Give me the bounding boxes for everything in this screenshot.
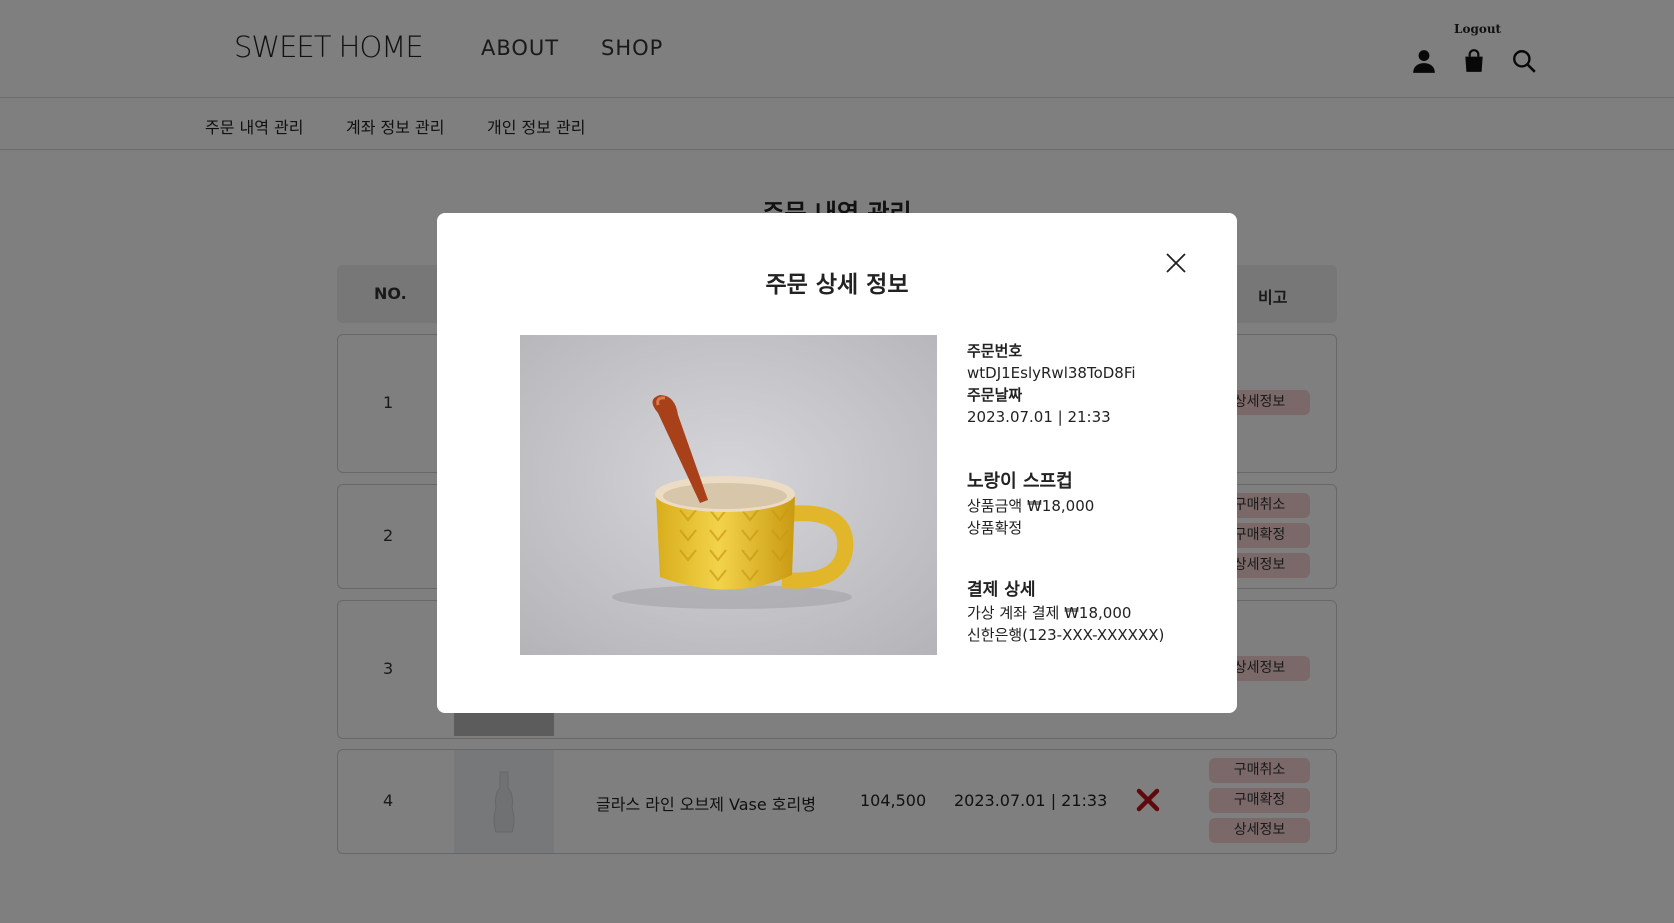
payment-label: 결제 상세 xyxy=(967,580,1036,600)
product-status: 상품확정 xyxy=(967,519,1023,537)
order-info: 주문번호 wtDJ1EslyRwl38ToD8Fi 주문날짜 2023.07.0… xyxy=(967,340,1136,428)
product-name: 노랑이 스프컵 xyxy=(967,471,1073,492)
close-icon[interactable] xyxy=(1163,250,1189,276)
order-date: 2023.07.01 | 21:33 xyxy=(967,408,1111,426)
payment-bank: 신한은행(123-XXX-XXXXXX) xyxy=(967,626,1165,644)
order-detail-modal: 주문 상세 정보 주문번호 wtDJ1EslyRwl38ToD8Fi 주문날짜 … xyxy=(437,213,1237,713)
payment-info: 결제 상세 가상 계좌 결제 ₩18,000 신한은행(123-XXX-XXXX… xyxy=(967,578,1164,646)
order-number: wtDJ1EslyRwl38ToD8Fi xyxy=(967,364,1136,382)
product-image xyxy=(520,335,937,655)
modal-title: 주문 상세 정보 xyxy=(765,272,909,298)
order-number-label: 주문번호 xyxy=(967,342,1023,360)
product-price: 상품금액 ₩18,000 xyxy=(967,497,1095,515)
order-date-label: 주문날짜 xyxy=(967,386,1023,404)
payment-method: 가상 계좌 결제 ₩18,000 xyxy=(967,604,1132,622)
product-info: 노랑이 스프컵 상품금액 ₩18,000 상품확정 xyxy=(967,469,1094,539)
